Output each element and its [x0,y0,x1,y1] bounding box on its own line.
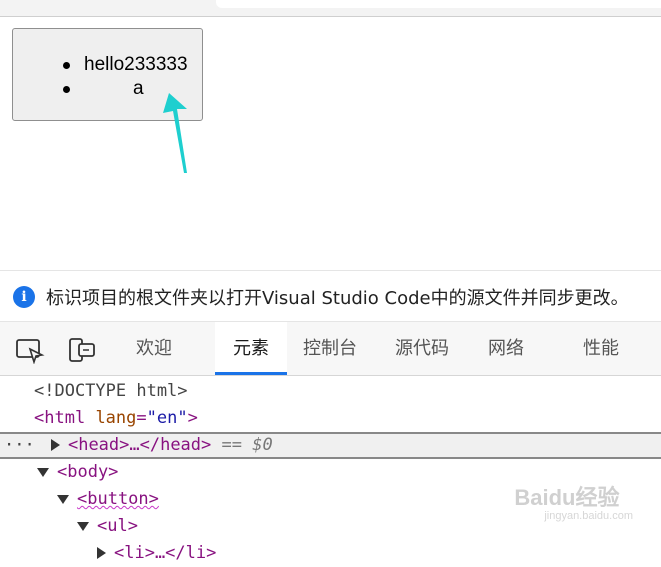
button-tag: <button> [77,489,159,509]
html-attr-value: "en" [146,408,188,428]
collapse-arrow-icon[interactable] [57,494,69,504]
collapse-arrow-icon[interactable] [77,521,89,531]
annotation-arrow-icon [163,93,187,173]
tree-row-html[interactable]: <html lang="en"> [0,405,661,432]
tab-elements[interactable]: 元素 [215,322,287,375]
inspect-element-icon[interactable] [15,336,45,364]
rendered-page: hello233333 a [0,17,661,270]
tree-row-doctype[interactable]: <!DOCTYPE html> [0,378,661,405]
expand-arrow-icon[interactable] [97,547,106,559]
expand-arrow-icon[interactable] [50,439,60,451]
selected-marker: == $0 [221,435,273,455]
elements-tree: <!DOCTYPE html> <html lang="en"> ··· <he… [0,376,661,563]
tab-console[interactable]: 控制台 [289,322,371,375]
ul-tag: <ul> [97,516,138,536]
tree-row-head-selected[interactable]: ··· <head>…</head> == $0 [0,432,661,459]
browser-top-strip [0,0,661,17]
devtools-tab-bar: 欢迎 元素 控制台 源代码 网络 性能 [0,322,661,376]
body-tag: <body> [57,462,119,482]
bullet-icon [63,62,70,69]
list-item-text: hello233333 [84,54,188,75]
watermark-text: Baidu经验 [514,485,620,510]
html-attr-name: lang [95,408,137,428]
doctype-text: <!DOCTYPE html> [34,381,188,401]
watermark-logo: Baidu经验 jingyan.baidu.com [514,480,633,522]
browser-tab-shape [216,0,661,8]
tab-network[interactable]: 网络 [474,322,538,375]
tab-welcome[interactable]: 欢迎 [122,322,186,375]
head-tag: <head>…</head> [67,435,212,455]
watermark-sub: jingyan.baidu.com [544,510,633,522]
tab-sources[interactable]: 源代码 [381,322,463,375]
tab-performance[interactable]: 性能 [569,322,633,375]
device-emulation-icon[interactable] [67,336,97,364]
info-icon: i [13,286,35,308]
li-tag: <li>…</li> [114,543,217,563]
more-actions-icon[interactable]: ··· [4,435,35,455]
info-bar: i 标识项目的根文件夹以打开Visual Studio Code中的源文件并同步… [0,270,661,322]
info-message: 标识项目的根文件夹以打开Visual Studio Code中的源文件并同步更改… [46,288,629,309]
html-tag: <html [34,408,86,428]
list-item-text: a [133,78,144,99]
bullet-icon [63,86,70,93]
collapse-arrow-icon[interactable] [37,467,49,477]
